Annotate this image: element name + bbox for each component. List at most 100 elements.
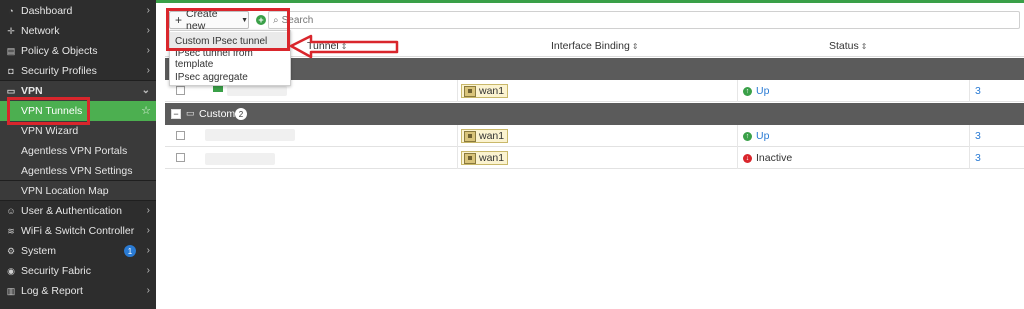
column-divider bbox=[969, 80, 970, 102]
sidebar-item-dashboard[interactable]: ◔ Dashboard › bbox=[0, 1, 156, 21]
policy-icon: ▤ bbox=[6, 45, 16, 56]
sidebar-item-label: Policy & Objects bbox=[21, 45, 98, 57]
chevron-right-icon: › bbox=[146, 25, 150, 36]
column-header-status[interactable]: Status ⇕ bbox=[829, 40, 867, 52]
port-icon bbox=[464, 152, 476, 164]
monitor-icon: ▭ bbox=[6, 85, 16, 96]
interface-name: wan1 bbox=[479, 152, 505, 164]
column-label: Status bbox=[829, 40, 859, 52]
sidebar-item-log-report[interactable]: ▥ Log & Report › bbox=[0, 281, 156, 301]
sidebar-item-vpn-tunnels[interactable]: VPN Tunnels ☆ bbox=[0, 101, 156, 121]
chevron-right-icon: › bbox=[146, 245, 150, 256]
sidebar-item-security-fabric[interactable]: ◉ Security Fabric › bbox=[0, 261, 156, 281]
column-divider bbox=[737, 125, 738, 147]
sidebar-item-label: Agentless VPN Portals bbox=[21, 145, 128, 157]
sidebar-item-vpn[interactable]: ▭ VPN ⌄ bbox=[0, 81, 156, 101]
sidebar-item-agentless-vpn-portals[interactable]: Agentless VPN Portals bbox=[0, 141, 156, 161]
sidebar-item-network[interactable]: ✛ Network › bbox=[0, 21, 156, 41]
create-new-label: Create new bbox=[186, 8, 218, 32]
network-icon: ✛ bbox=[7, 25, 15, 36]
table-row[interactable]: wan1 ↑ Up 3 bbox=[165, 80, 1024, 102]
chart-icon: ▥ bbox=[6, 285, 16, 296]
column-divider bbox=[969, 125, 970, 147]
group-label: Custom bbox=[199, 108, 236, 120]
menu-item-ipsec-from-template[interactable]: IPsec tunnel from template bbox=[170, 48, 290, 70]
create-new-button[interactable]: + Create new ▼ bbox=[169, 8, 249, 32]
redacted-tunnel-name bbox=[227, 86, 287, 96]
arrow-up-icon: ↑ bbox=[743, 86, 752, 96]
port-icon bbox=[464, 130, 476, 142]
redacted-tunnel-name bbox=[205, 129, 295, 141]
group-header-custom[interactable]: − ▭ Custom 2 bbox=[165, 103, 1024, 125]
sidebar-item-label: VPN Location Map bbox=[21, 185, 109, 197]
search-box[interactable]: ⌕ bbox=[268, 11, 1020, 29]
sidebar-item-label: Dashboard bbox=[21, 5, 73, 17]
sidebar-item-label: WiFi & Switch Controller bbox=[21, 225, 135, 237]
column-divider bbox=[457, 125, 458, 147]
status-text: Inactive bbox=[756, 152, 793, 164]
sidebar-item-user-authentication[interactable]: ☺ User & Authentication › bbox=[0, 201, 156, 221]
sidebar-item-label: System bbox=[21, 245, 57, 257]
sidebar-item-label: Agentless VPN Settings bbox=[21, 165, 133, 177]
sidebar-item-vpn-wizard[interactable]: VPN Wizard bbox=[0, 121, 156, 141]
redacted-tunnel-name bbox=[205, 153, 275, 165]
interface-name: wan1 bbox=[479, 130, 505, 142]
ref-count-link[interactable]: 3 bbox=[975, 152, 981, 164]
sidebar-item-vpn-location-map[interactable]: VPN Location Map bbox=[0, 181, 156, 201]
status-text: Up bbox=[756, 85, 770, 97]
arrow-up-icon: ↑ bbox=[743, 131, 752, 141]
interface-binding: wan1 bbox=[461, 151, 509, 165]
search-input[interactable] bbox=[281, 14, 982, 26]
sidebar-item-security-profiles[interactable]: ◘ Security Profiles › bbox=[0, 61, 156, 81]
collapse-icon[interactable]: − bbox=[171, 109, 181, 119]
interface-name: wan1 bbox=[479, 85, 505, 97]
status-cell: ↑ Up bbox=[743, 130, 769, 142]
menu-item-ipsec-aggregate[interactable]: IPsec aggregate bbox=[170, 68, 290, 86]
column-label: Interface Binding bbox=[551, 40, 630, 52]
sidebar-item-policy-objects[interactable]: ▤ Policy & Objects › bbox=[0, 41, 156, 61]
column-header-interface-binding[interactable]: Interface Binding ⇕ bbox=[551, 40, 639, 52]
monitor-icon: ▭ bbox=[186, 108, 195, 118]
sort-icon: ⇕ bbox=[631, 42, 639, 51]
status-cell: ↑ Up bbox=[743, 85, 769, 97]
row-checkbox[interactable] bbox=[176, 131, 185, 140]
ref-count-link[interactable]: 3 bbox=[975, 130, 981, 142]
caret-down-icon: ▼ bbox=[241, 16, 248, 24]
user-icon: ☺ bbox=[6, 206, 16, 216]
table-row[interactable]: wan1 ↓ Inactive 3 bbox=[165, 147, 1024, 169]
annotation-arrow-icon bbox=[289, 34, 399, 59]
sort-icon: ⇕ bbox=[860, 42, 868, 51]
ref-count-link[interactable]: 3 bbox=[975, 85, 981, 97]
sidebar-item-label: VPN Tunnels bbox=[21, 105, 83, 117]
plus-icon: + bbox=[175, 13, 183, 27]
notification-badge: 1 bbox=[124, 245, 136, 257]
chevron-down-icon: ⌄ bbox=[141, 85, 150, 96]
row-checkbox[interactable] bbox=[176, 153, 185, 162]
fabric-icon: ◉ bbox=[7, 265, 15, 276]
chevron-right-icon: › bbox=[146, 45, 150, 56]
sidebar-item-label: Network bbox=[21, 25, 60, 37]
sidebar-item-label: VPN Wizard bbox=[21, 125, 79, 137]
sidebar-item-wifi-switch-controller[interactable]: ≋ WiFi & Switch Controller › bbox=[0, 221, 156, 241]
wifi-icon: ≋ bbox=[7, 225, 15, 236]
sidebar-item-agentless-vpn-settings[interactable]: Agentless VPN Settings bbox=[0, 161, 156, 181]
sidebar-item-system[interactable]: ⚙ System 1 › bbox=[0, 241, 156, 261]
sidebar-item-label: VPN bbox=[21, 85, 43, 97]
chevron-right-icon: › bbox=[146, 5, 150, 16]
add-circle-icon[interactable]: + bbox=[256, 15, 266, 25]
lock-icon: ◘ bbox=[8, 66, 14, 76]
search-icon: ⌕ bbox=[273, 14, 279, 26]
row-checkbox[interactable] bbox=[176, 86, 185, 95]
interface-badge: wan1 bbox=[461, 84, 509, 98]
dashboard-icon: ◔ bbox=[8, 6, 14, 16]
status-text: Up bbox=[756, 130, 770, 142]
chevron-right-icon: › bbox=[146, 65, 150, 76]
gear-icon: ⚙ bbox=[6, 245, 16, 256]
sidebar-item-label: Security Fabric bbox=[21, 265, 92, 277]
star-icon[interactable]: ☆ bbox=[141, 104, 151, 117]
table-row[interactable]: wan1 ↑ Up 3 bbox=[165, 125, 1024, 147]
arrow-down-icon: ↓ bbox=[743, 153, 752, 163]
group-header-row bbox=[165, 58, 1024, 80]
sidebar-item-label: Log & Report bbox=[21, 285, 83, 297]
column-divider bbox=[457, 147, 458, 169]
